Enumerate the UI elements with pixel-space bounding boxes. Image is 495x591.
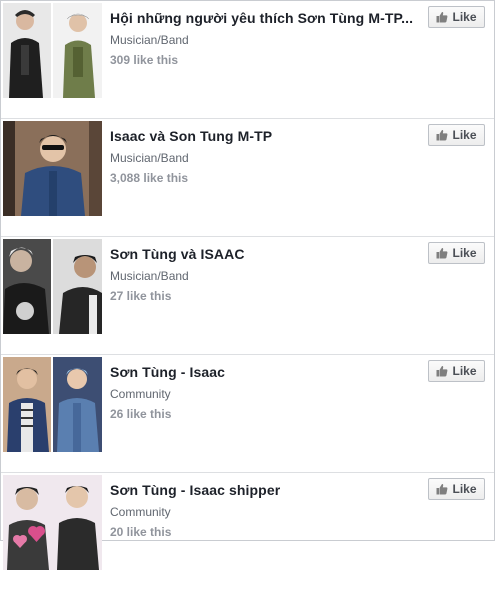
- like-button[interactable]: Like: [428, 6, 485, 28]
- page-thumbnail[interactable]: [3, 121, 102, 216]
- page-category: Musician/Band: [110, 269, 189, 283]
- page-category: Community: [110, 387, 171, 401]
- list-item: Sơn Tùng và ISAAC Musician/Band 27 like …: [1, 237, 494, 355]
- thumbs-up-icon: [436, 247, 448, 259]
- page-category: Musician/Band: [110, 151, 189, 165]
- like-button-label: Like: [452, 364, 477, 378]
- page-thumbnail[interactable]: [3, 475, 102, 570]
- thumbs-up-icon: [436, 129, 448, 141]
- like-button-label: Like: [452, 482, 477, 496]
- page-like-count: 20 like this: [110, 525, 172, 539]
- list-item: Hội những người yêu thích Sơn Tùng M-TP.…: [1, 1, 494, 119]
- page-results-list: Hội những người yêu thích Sơn Tùng M-TP.…: [1, 1, 494, 591]
- page-like-count: 26 like this: [110, 407, 172, 421]
- page-title[interactable]: Sơn Tùng - Isaac shipper: [110, 482, 420, 498]
- list-item: Isaac và Son Tung M-TP Musician/Band 3,0…: [1, 119, 494, 237]
- list-item: Sơn Tùng - Isaac shipper Community 20 li…: [1, 473, 494, 591]
- thumbs-up-icon: [436, 365, 448, 377]
- page-category: Community: [110, 505, 171, 519]
- page-like-count: 309 like this: [110, 53, 179, 67]
- like-button[interactable]: Like: [428, 242, 485, 264]
- page-like-count: 27 like this: [110, 289, 172, 303]
- page-title[interactable]: Sơn Tùng - Isaac: [110, 364, 420, 380]
- like-button[interactable]: Like: [428, 360, 485, 382]
- page-thumbnail[interactable]: [3, 239, 102, 334]
- thumbs-up-icon: [436, 483, 448, 495]
- like-button-label: Like: [452, 10, 477, 24]
- like-button-label: Like: [452, 246, 477, 260]
- page-title[interactable]: Hội những người yêu thích Sơn Tùng M-TP.…: [110, 10, 420, 26]
- page-like-count: 3,088 like this: [110, 171, 189, 185]
- page-thumbnail[interactable]: [3, 3, 102, 98]
- thumbs-up-icon: [436, 11, 448, 23]
- page-thumbnail[interactable]: [3, 357, 102, 452]
- page-title[interactable]: Isaac và Son Tung M-TP: [110, 128, 420, 144]
- like-button[interactable]: Like: [428, 478, 485, 500]
- like-button-label: Like: [452, 128, 477, 142]
- page-category: Musician/Band: [110, 33, 189, 47]
- like-button[interactable]: Like: [428, 124, 485, 146]
- list-item: Sơn Tùng - Isaac Community 26 like this …: [1, 355, 494, 473]
- page-title[interactable]: Sơn Tùng và ISAAC: [110, 246, 420, 262]
